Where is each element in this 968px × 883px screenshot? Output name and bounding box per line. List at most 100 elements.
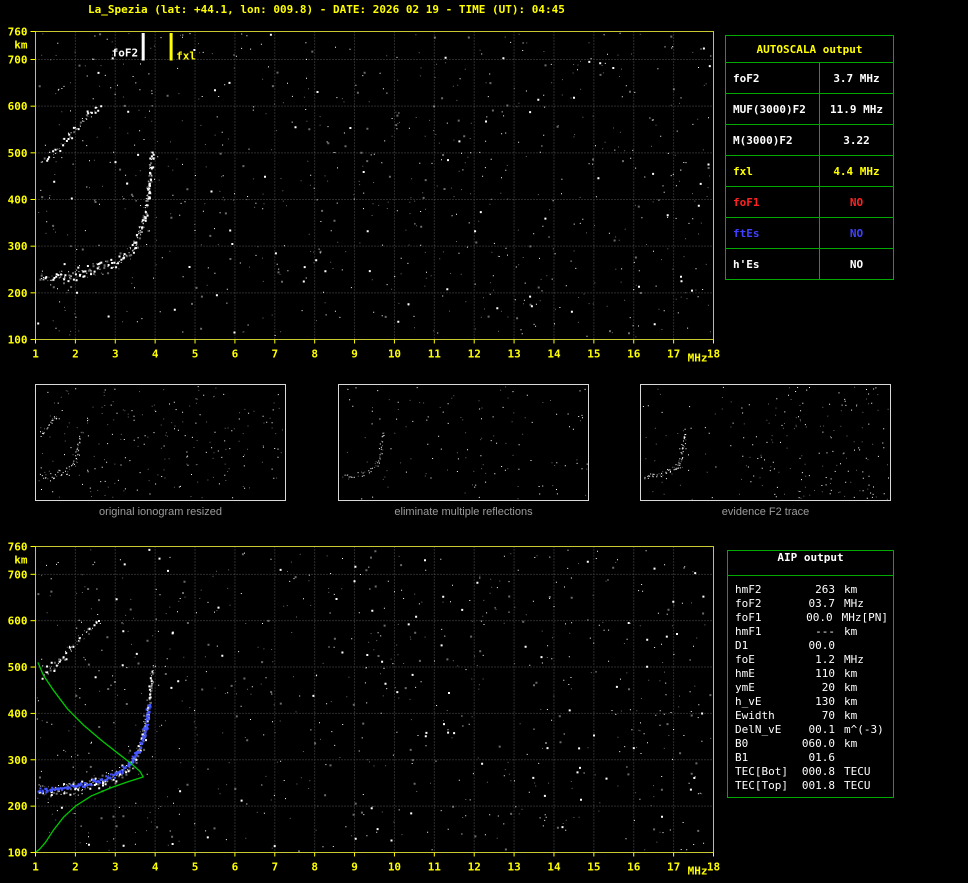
autoscala-row-ftes: ftEs NO: [726, 218, 893, 249]
aip-row-unit: km: [844, 736, 858, 750]
svg-text:760: 760: [8, 26, 28, 39]
aip-row-value: 060.0: [801, 736, 835, 750]
aip-row-value: 110: [815, 666, 835, 680]
svg-text:400: 400: [8, 194, 28, 207]
autoscala-row-value: NO: [849, 195, 864, 209]
svg-text:2: 2: [72, 861, 79, 874]
aip-row-unit: MHz: [844, 652, 864, 666]
svg-text:14: 14: [547, 348, 561, 361]
aip-row-label: hmE: [735, 666, 755, 680]
echo-dots-bright: [36, 548, 705, 851]
autoscala-row-fof2: foF2 3.7 MHz: [726, 63, 893, 94]
svg-text:200: 200: [8, 287, 28, 300]
aip-row-unit: MHz: [841, 610, 862, 624]
y-axis-unit: km: [14, 554, 28, 567]
thumb-eliminate-reflections: eliminate multiple reflections: [338, 384, 589, 518]
aip-row-deln-ve: DelN_vE 00.1 m^(-3): [728, 722, 893, 736]
thumb-echo-dots-dim: [38, 387, 283, 499]
autoscala-row-fxl: fxl 4.4 MHz: [726, 156, 893, 187]
svg-text:600: 600: [8, 100, 28, 113]
aip-row-unit: MHz: [844, 596, 864, 610]
aip-row-value: 00.0: [808, 638, 836, 652]
svg-text:12: 12: [468, 861, 481, 874]
svg-text:100: 100: [8, 847, 28, 860]
autoscala-row-label: fxl: [726, 156, 820, 186]
aip-row-label: TEC[Bot]: [735, 764, 788, 778]
svg-text:5: 5: [192, 861, 199, 874]
aip-row-label: DelN_vE: [735, 722, 782, 736]
aip-row-label: D1: [735, 638, 749, 652]
svg-text:7: 7: [271, 348, 278, 361]
aip-row-label: hmF2: [735, 582, 762, 596]
aip-row-label: foE: [735, 652, 755, 666]
aip-row-value: 03.7: [808, 596, 836, 610]
aip-row-unit: m^(-3): [844, 722, 884, 736]
autoscala-row-label: MUF(3000)F2: [726, 94, 820, 124]
aip-table-header: AIP output: [728, 551, 893, 576]
svg-text:3: 3: [112, 348, 119, 361]
svg-text:6: 6: [232, 348, 239, 361]
svg-text:16: 16: [627, 861, 641, 874]
thumb-original-ionogram: original ionogram resized: [35, 384, 286, 518]
aip-row-b1: B1 01.6: [728, 750, 893, 764]
svg-text:4: 4: [152, 348, 159, 361]
aip-row-note: [PN]: [861, 610, 889, 624]
aip-row-fof2: foF2 03.7 MHz: [728, 596, 893, 610]
thumb-evidence-f2-trace: evidence F2 trace: [640, 384, 891, 518]
aip-row-unit: km: [844, 708, 858, 722]
aip-row-unit: km: [844, 666, 858, 680]
autoscala-row-value: 4.4 MHz: [833, 164, 880, 178]
svg-text:500: 500: [8, 147, 28, 160]
autoscala-row-value: NO: [849, 257, 864, 271]
aip-row-value: 70: [821, 708, 835, 722]
svg-text:12: 12: [468, 348, 481, 361]
aip-row-value: 01.6: [808, 750, 836, 764]
autoscala-row-value: 3.22: [843, 133, 870, 147]
x-axis-unit: MHz: [688, 865, 708, 878]
svg-text:8: 8: [311, 861, 318, 874]
svg-text:600: 600: [8, 615, 28, 628]
electron-density-profile: [35, 662, 145, 853]
autoscala-row-label: ftEs: [726, 218, 820, 248]
aip-row-ewidth: Ewidth 70 km: [728, 708, 893, 722]
aip-row-label: ymE: [735, 680, 755, 694]
axis-tick-labels: 1 2 3 4 5 6 7 8 9 10 11 12 13 14 15 16 17 181002003004005…: [8, 541, 721, 878]
svg-text:700: 700: [8, 54, 28, 67]
svg-text:500: 500: [8, 661, 28, 674]
svg-text:13: 13: [507, 861, 520, 874]
autoscala-row-muf-3000-f2: MUF(3000)F2 11.9 MHz: [726, 94, 893, 125]
thumbnail-plot: [640, 384, 891, 501]
aip-row-unit: km: [844, 582, 858, 596]
svg-text:11: 11: [428, 861, 442, 874]
aip-row-h-ve: h_vE 130 km: [728, 694, 893, 708]
aip-row-value: 001.8: [801, 778, 835, 792]
thumb-echo-dots: [344, 387, 588, 500]
aip-row-unit: km: [844, 694, 858, 708]
thumbnail-border: [338, 384, 589, 501]
aip-row-label: foF2: [735, 596, 762, 610]
aip-row-value: 1.2: [815, 652, 835, 666]
thumb-echo-dots-dim: [645, 386, 889, 500]
thumb-echo-dots: [642, 386, 889, 499]
echo-dots-dim: [38, 33, 711, 338]
thumbnail-plot: [35, 384, 286, 501]
svg-text:7: 7: [271, 861, 278, 874]
svg-text:400: 400: [8, 707, 28, 720]
svg-text:15: 15: [587, 348, 600, 361]
autoscala-row-fof1: foF1 NO: [726, 187, 893, 218]
aip-row-hme: hmE 110 km: [728, 666, 893, 680]
aip-row-label: hmF1: [735, 624, 762, 638]
marker-label-fof2: foF2: [112, 47, 139, 60]
autoscala-row-value: NO: [849, 226, 864, 240]
autoscala-row-label: M(3000)F2: [726, 125, 820, 155]
autoscala-output-table: AUTOSCALA output foF2 3.7 MHz MUF(3000)F2 1…: [725, 35, 894, 280]
aip-row-tec-top: TEC[Top] 001.8 TECU: [728, 778, 893, 792]
aip-row-label: foF1: [735, 610, 762, 624]
axis-tick-labels: 1 2 3 4 5 6 7 8 9 10 11 12 13 14 15 16 17 181002003004005…: [8, 26, 721, 365]
aip-row-value: 000.8: [801, 764, 835, 778]
thumbnail-plot: [338, 384, 589, 501]
station-title: La_Spezia (lat: +44.1, lon: 009.8) - DAT…: [88, 3, 565, 16]
svg-text:18: 18: [707, 348, 720, 361]
aip-row-value: 263: [815, 582, 835, 596]
autoscala-row-value: 3.7 MHz: [833, 71, 880, 85]
